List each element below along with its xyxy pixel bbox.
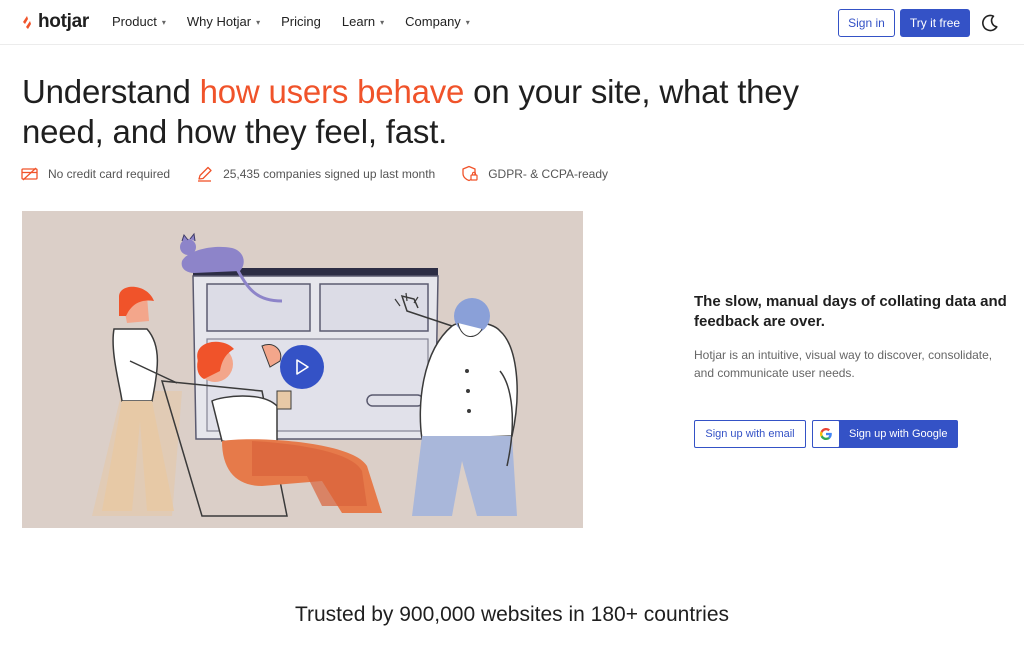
top-navigation: hotjar Product ▾ Why Hotjar ▾ Pricing Lear… (0, 0, 1024, 45)
headline-text: Understand (22, 73, 200, 110)
nav-item-label: Why Hotjar (186, 14, 252, 29)
nav-item-label: Pricing (281, 14, 321, 29)
main-menu: Product ▾ Why Hotjar ▾ Pricing Learn ▾ Comp… (112, 14, 491, 29)
shield-lock-icon (462, 165, 478, 182)
hero-headline: Understand how users behave on your site… (22, 72, 882, 152)
nav-item-why-hotjar[interactable]: Why Hotjar ▾ (187, 14, 260, 29)
badge-signups: 25,435 companies signed up last month (196, 166, 435, 182)
sign-up-google-button[interactable]: Sign up with Google (812, 420, 958, 448)
badge-label: GDPR- & CCPA-ready (488, 166, 609, 181)
pencil-icon (198, 166, 212, 182)
hotjar-logo[interactable]: hotjar (21, 11, 89, 33)
play-icon (296, 359, 309, 375)
nav-item-pricing[interactable]: Pricing (281, 14, 321, 29)
nav-item-company[interactable]: Company ▾ (405, 14, 470, 29)
badge-label: No credit card required (48, 166, 171, 181)
chevron-down-icon: ▾ (465, 17, 470, 27)
trusted-by-heading: Trusted by 900,000 websites in 180+ coun… (294, 603, 730, 626)
nav-item-label: Learn (341, 14, 376, 29)
nav-item-label: Company (405, 14, 461, 29)
hero-video[interactable] (22, 211, 583, 528)
play-button[interactable] (280, 345, 324, 389)
moon-icon[interactable] (980, 13, 1000, 33)
try-it-free-button[interactable]: Try it free (900, 9, 970, 37)
sign-in-button[interactable]: Sign in (838, 9, 895, 37)
chevron-down-icon: ▾ (256, 17, 261, 27)
feature-description: Hotjar is an intuitive, visual way to di… (694, 348, 993, 380)
google-button-label: Sign up with Google (849, 428, 948, 440)
chevron-down-icon: ▾ (380, 17, 385, 27)
sign-up-email-button[interactable]: Sign up with email (694, 420, 806, 448)
credit-card-icon (21, 167, 38, 180)
badge-gdpr: GDPR- & CCPA-ready (461, 165, 608, 182)
logo-wordmark: hotjar (38, 11, 89, 32)
badge-label: 25,435 companies signed up last month (223, 166, 436, 181)
feature-title: The slow, manual days of collating data … (694, 293, 1007, 330)
trust-badges: No credit card required 25,435 companies… (21, 165, 634, 182)
google-logo-icon (813, 421, 839, 447)
headline-highlight: how users behave (199, 73, 465, 110)
chevron-down-icon: ▾ (161, 17, 166, 27)
nav-item-product[interactable]: Product ▾ (112, 14, 166, 29)
hotjar-flame-icon (23, 16, 31, 29)
nav-item-label: Product (112, 14, 157, 29)
badge-no-credit-card: No credit card required (21, 167, 170, 181)
nav-item-learn[interactable]: Learn ▾ (342, 14, 384, 29)
